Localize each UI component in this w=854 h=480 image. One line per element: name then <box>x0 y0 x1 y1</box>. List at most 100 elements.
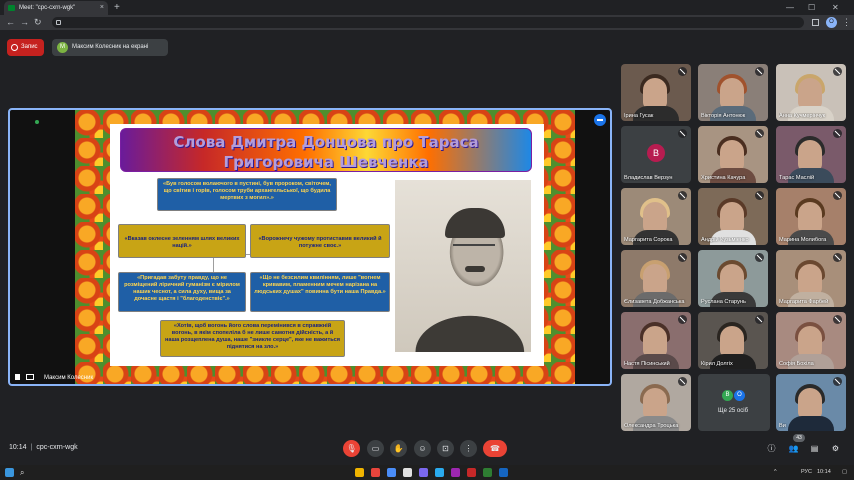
participant-tile[interactable]: Марина Молибога <box>776 188 846 245</box>
mic-off-icon: 🎙 <box>346 444 357 453</box>
windows-taskbar: ⌕ ^ РУС 10:14 ▢ <box>0 465 854 480</box>
participant-tile[interactable]: В Владислав Верзун <box>621 126 691 183</box>
camera-toggle-button[interactable]: ▭ <box>367 440 384 457</box>
minimize-button[interactable]: — <box>786 0 794 15</box>
quote-box-2: «Вказав оклеєне зеленням шлях великих на… <box>118 224 246 258</box>
meeting-code: cpc-cxrn-wgk <box>36 444 78 451</box>
browser-tab-meet[interactable]: Meet: "cpc-cxrn-wgk" × <box>4 1 108 15</box>
meet-favicon-icon <box>8 5 15 11</box>
browser-menu-button[interactable]: ⋮ <box>842 15 851 30</box>
presenting-chip[interactable]: M Максим Колесник на екрані <box>52 39 168 56</box>
participant-tile[interactable]: Софія Бохіла <box>776 312 846 369</box>
tray-lang[interactable]: РУС <box>801 465 812 480</box>
reactions-button[interactable]: ☺ <box>414 440 431 457</box>
participant-tile[interactable]: Ви <box>776 374 846 431</box>
participant-tile[interactable]: Настя Пісинський <box>621 312 691 369</box>
profile-avatar[interactable]: O <box>826 17 837 28</box>
browser-tabstrip: Meet: "cpc-cxrn-wgk" × + — ☐ ✕ <box>0 0 854 15</box>
camera-icon: ▭ <box>371 444 380 453</box>
participant-tile[interactable]: Маргарита Фарбей <box>776 250 846 307</box>
telegram-icon[interactable] <box>435 468 444 477</box>
chat-icon[interactable]: ▤ <box>809 443 820 454</box>
raise-hand-button[interactable]: ✋ <box>390 440 407 457</box>
participant-tile[interactable]: Єлизавета Добжанська <box>621 250 691 307</box>
pin-icon[interactable] <box>15 374 20 380</box>
mic-off-icon <box>755 191 764 200</box>
app-icon[interactable] <box>403 468 412 477</box>
mic-off-icon <box>678 191 687 200</box>
present-screen-icon: ⊡ <box>442 444 449 453</box>
participant-name: Маргарита Сорока <box>624 237 673 243</box>
participant-name: Христина Качура <box>701 175 746 181</box>
app-icon[interactable] <box>387 468 396 477</box>
info-icon[interactable]: ⓘ <box>766 443 777 454</box>
back-button[interactable]: ← <box>6 15 15 30</box>
activities-icon[interactable]: ⚙ <box>830 443 841 454</box>
participant-name: Кірил Долгіх <box>701 361 733 367</box>
participant-name: Андрій Кузьміенко <box>701 237 749 243</box>
reload-button[interactable]: ↻ <box>34 15 42 30</box>
extension-icon[interactable] <box>812 19 819 26</box>
participant-tile[interactable]: Маргарита Сорока <box>621 188 691 245</box>
participant-tile[interactable]: Тарас Маслій <box>776 126 846 183</box>
viber-icon[interactable] <box>419 468 428 477</box>
search-icon[interactable]: ⌕ <box>20 468 24 477</box>
participant-count-badge: 43 <box>793 434 805 442</box>
participant-tile[interactable]: Олександра Троцька <box>621 374 691 431</box>
participant-tile[interactable]: Анна Кучмерінчук <box>776 64 846 121</box>
mic-off-icon <box>755 129 764 138</box>
participant-name: Руслана Старунь <box>701 299 746 305</box>
main-stage-screenshare[interactable]: Слова Дмитра Донцова про Тараса Григоров… <box>8 108 612 386</box>
mic-toggle-button[interactable]: 🎙 <box>343 440 360 457</box>
call-end-icon: ☎ <box>490 444 500 453</box>
participant-name: Тарас Маслій <box>779 175 815 181</box>
participant-tile[interactable]: Андрій Кузьміенко <box>698 188 768 245</box>
app-icon[interactable] <box>483 468 492 477</box>
presenter-name: Максим Колесник <box>44 375 94 381</box>
tab-title: Meet: "cpc-cxrn-wgk" <box>19 5 76 11</box>
participant-name: Ірина Гусак <box>624 113 654 119</box>
new-tab-button[interactable]: + <box>114 0 120 15</box>
mic-off-icon <box>755 67 764 76</box>
participant-tile[interactable]: Христина Качура <box>698 126 768 183</box>
participant-tile[interactable]: Ірина Гусак <box>621 64 691 121</box>
mic-off-icon <box>678 315 687 324</box>
quote-box-3: «Ворожнечу чужому протиставив великий й … <box>250 224 390 258</box>
notifications-icon[interactable]: ▢ <box>842 465 847 480</box>
word-icon[interactable] <box>499 468 508 477</box>
people-icon[interactable]: 👥 <box>788 443 799 454</box>
quote-box-5: «Що не безсилим квилінням, лише "вогнем … <box>250 272 390 312</box>
address-bar[interactable] <box>52 17 804 28</box>
portrait-image <box>395 180 531 352</box>
tab-close-icon[interactable]: × <box>100 1 104 15</box>
meeting-info: 10:14 | cpc-cxrn-wgk <box>9 444 78 451</box>
more-participants-tile[interactable]: В О Ще 25 осіб <box>698 374 770 431</box>
forward-button[interactable]: → <box>20 15 29 30</box>
app-icon[interactable] <box>467 468 476 477</box>
more-participants-text: Ще 25 осіб <box>717 408 749 414</box>
explorer-icon[interactable] <box>355 468 364 477</box>
tray-clock[interactable]: 10:14 <box>817 465 831 480</box>
mic-off-icon <box>678 67 687 76</box>
present-button[interactable]: ⊡ <box>437 440 454 457</box>
record-icon <box>11 44 18 51</box>
participant-name: Ви <box>779 423 786 429</box>
record-button[interactable]: Запис <box>7 39 44 56</box>
participant-tile[interactable]: Кірил Долгіх <box>698 312 768 369</box>
participant-tile[interactable]: Вікторія Антонюк <box>698 64 768 121</box>
more-avatar-1: В <box>722 390 733 401</box>
participant-name: Софія Бохіла <box>779 361 814 367</box>
participant-name: Маргарита Фарбей <box>779 299 829 305</box>
more-options-button[interactable]: ⋮ <box>460 440 477 457</box>
mic-off-icon <box>755 315 764 324</box>
mic-off-icon <box>833 377 842 386</box>
participant-tile[interactable]: Руслана Старунь <box>698 250 768 307</box>
app-icon[interactable] <box>451 468 460 477</box>
maximize-button[interactable]: ☐ <box>808 0 815 15</box>
window-close-button[interactable]: ✕ <box>832 0 839 15</box>
participant-name: Марина Молибога <box>779 237 827 243</box>
windows-start-icon[interactable] <box>5 468 14 477</box>
chrome-icon[interactable] <box>371 468 380 477</box>
leave-call-button[interactable]: ☎ <box>483 440 507 457</box>
tray-arrow-icon[interactable]: ^ <box>774 465 777 480</box>
